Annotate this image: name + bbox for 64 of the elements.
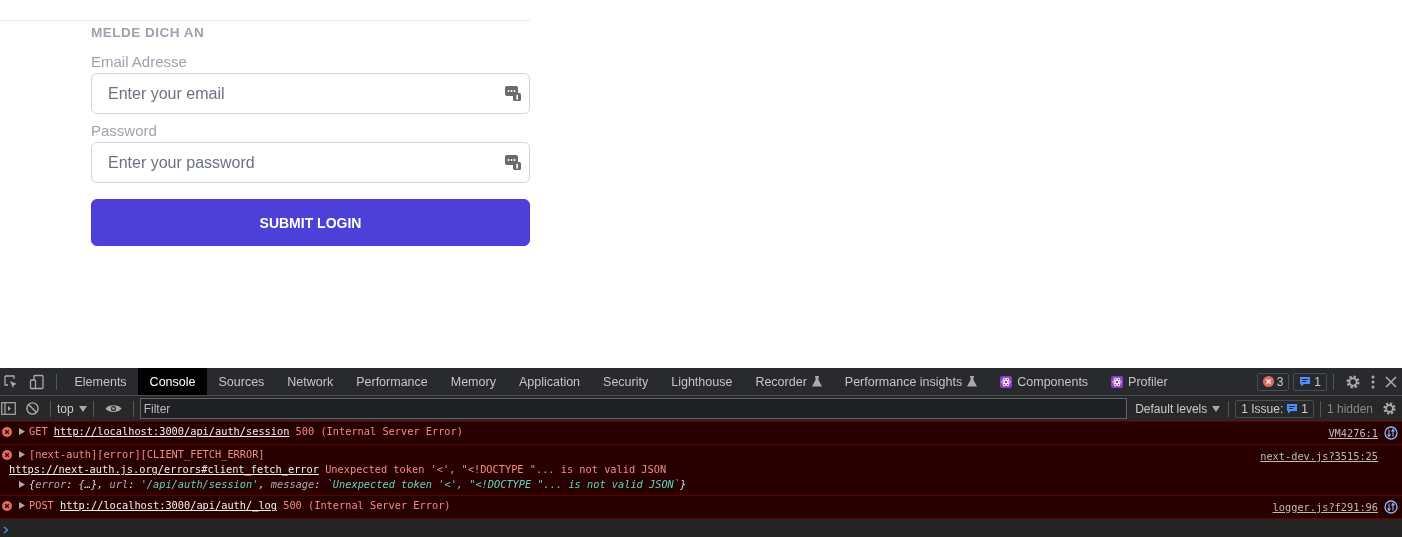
hidden-count: 1 hidden: [1326, 401, 1373, 416]
message-icon: [1286, 403, 1299, 414]
console-message: [next-auth][error][CLIENT_FETCH_ERROR]: [29, 447, 265, 462]
message-icon: [1299, 376, 1312, 387]
caret-icon: [78, 405, 87, 412]
devtools-tab[interactable]: Lighthouse: [659, 368, 744, 395]
network-request-icon[interactable]: [1384, 426, 1398, 440]
settings-icon[interactable]: [1345, 373, 1361, 390]
devtools-tab[interactable]: Recorder: [743, 368, 834, 395]
sidebar-toggle-icon[interactable]: [1, 402, 16, 415]
field-label: Email Adresse: [91, 52, 188, 71]
expand-arrow-icon[interactable]: [19, 502, 25, 509]
input-field[interactable]: Enter your password: [91, 142, 530, 183]
error-icon: [1262, 376, 1274, 387]
atom-icon: [1111, 375, 1124, 388]
console-link[interactable]: http://localhost:3000/api/auth/session: [53, 425, 290, 437]
autofill-icon[interactable]: [505, 85, 521, 101]
console-message: GET http://localhost:3000/api/auth/session 500 (Internal Server Error): [29, 424, 463, 439]
expand-arrow-icon[interactable]: [19, 428, 25, 435]
atom-icon: [1000, 375, 1013, 388]
source-link[interactable]: VM4276:1: [1328, 426, 1378, 441]
devtools-tab[interactable]: Network: [275, 368, 345, 395]
form-heading: MELDE DICH AN: [91, 25, 206, 42]
prompt-icon: [3, 526, 9, 534]
console-link[interactable]: https://next-auth.js.org/errors#client_fetch_error: [9, 463, 319, 475]
devtools-tab[interactable]: Security: [591, 368, 660, 395]
log-levels-dropdown[interactable]: Default levels: [1135, 401, 1221, 416]
context-dropdown[interactable]: top: [57, 401, 87, 416]
settings-icon[interactable]: [1382, 401, 1397, 416]
submit-button[interactable]: SUBMIT LOGIN: [91, 199, 530, 246]
console-message: POST http://localhost:3000/api/auth/_log 500 (Internal Server Error): [29, 498, 451, 513]
clear-console-icon[interactable]: [26, 402, 39, 415]
flask-icon: [811, 376, 822, 387]
devtools-tab[interactable]: Sources: [207, 368, 276, 395]
autofill-icon[interactable]: [505, 154, 521, 170]
error-count-badge[interactable]: 3: [1256, 372, 1290, 391]
source-link[interactable]: logger.js?f291:96: [1272, 500, 1378, 515]
expand-arrow-icon[interactable]: [19, 451, 25, 458]
console-message: {error: {…}, url: '/api/auth/session', message: `Unexpected token '<', "<!DOCTYPE "... is not valid JSON`}: [29, 477, 687, 492]
console-message: https://next-auth.js.org/errors#client_fetch_error Unexpected token '<', "<!DOCTYPE "... is not valid JSON: [9, 462, 667, 477]
devtools-tab[interactable]: Performance insights: [833, 368, 989, 395]
source-link[interactable]: next-dev.js?3515:25: [1260, 449, 1378, 464]
network-request-icon[interactable]: [1384, 500, 1398, 514]
filter-field[interactable]: Filter: [139, 398, 1128, 419]
flask-icon: [967, 376, 978, 387]
devtools-tab[interactable]: Memory: [439, 368, 508, 395]
inspect-icon[interactable]: [3, 373, 19, 390]
input-field[interactable]: Enter your email: [91, 73, 530, 114]
devtools-tab[interactable]: Performance: [344, 368, 440, 395]
devtools-tab[interactable]: Application: [507, 368, 592, 395]
eye-icon[interactable]: [104, 403, 122, 414]
issues-button[interactable]: 1 Issue: 1: [1235, 399, 1314, 418]
more-options-icon[interactable]: [1371, 374, 1375, 389]
caret-icon: [1212, 405, 1221, 412]
devtools-tab[interactable]: Components: [988, 368, 1100, 395]
device-toolbar-icon[interactable]: [29, 373, 45, 390]
field-label: Password: [91, 121, 158, 140]
devtools-tab[interactable]: Console: [138, 368, 207, 395]
close-icon[interactable]: [1385, 375, 1397, 388]
devtools-tab[interactable]: Elements: [63, 368, 139, 395]
expand-arrow-icon[interactable]: [19, 481, 25, 488]
console-link[interactable]: http://localhost:3000/api/auth/_log: [60, 499, 277, 511]
devtools-tab[interactable]: Profiler: [1099, 368, 1180, 395]
issue-count-badge[interactable]: 1: [1293, 372, 1327, 391]
